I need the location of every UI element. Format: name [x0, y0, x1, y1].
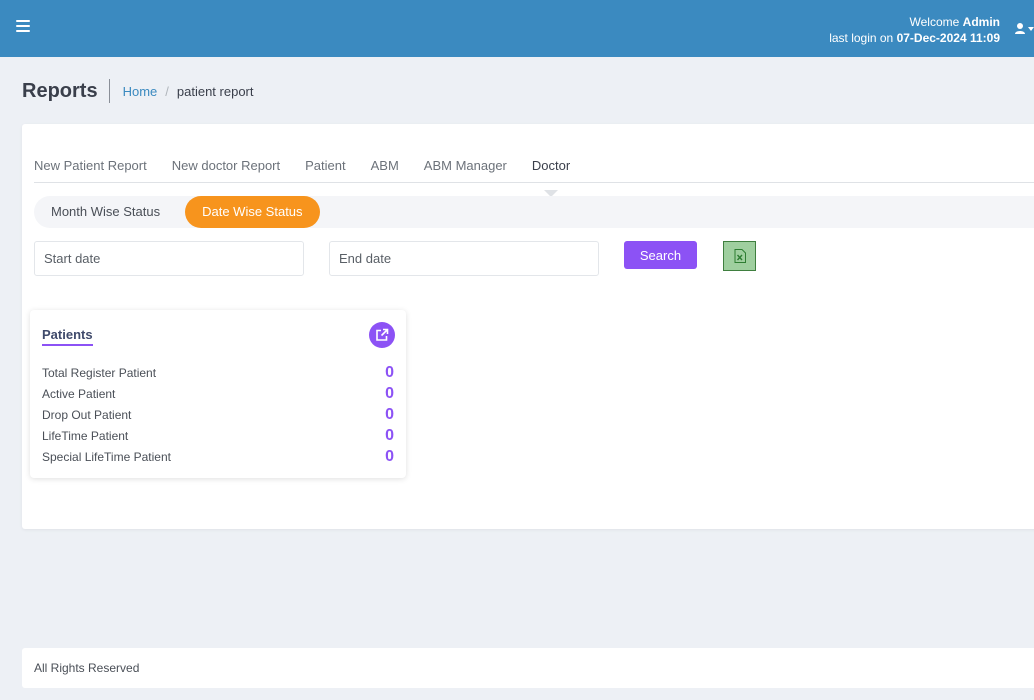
- external-link-icon: [376, 328, 389, 341]
- stat-row-lifetime: LifeTime Patient 0: [42, 427, 394, 445]
- tab-abm[interactable]: ABM: [371, 158, 399, 182]
- tab-doctor[interactable]: Doctor: [532, 158, 570, 197]
- stat-label: Total Register Patient: [42, 366, 157, 380]
- user-icon: [1015, 23, 1034, 34]
- stat-value: 0: [385, 406, 394, 423]
- top-navbar: Welcome Admin last login on 07-Dec-2024 …: [0, 0, 1034, 57]
- report-tabs: New Patient Report New doctor Report Pat…: [34, 158, 1034, 197]
- search-button[interactable]: Search: [624, 241, 697, 269]
- tab-abm-manager[interactable]: ABM Manager: [424, 158, 507, 182]
- stat-value: 0: [385, 385, 394, 402]
- stats-open-button[interactable]: [369, 322, 395, 348]
- breadcrumb: Home / patient report: [110, 84, 254, 99]
- subtab-date-wise-status[interactable]: Date Wise Status: [185, 196, 320, 228]
- excel-icon: [734, 249, 746, 263]
- report-card: New Patient Report New doctor Report Pat…: [22, 124, 1034, 529]
- user-name: Admin: [962, 15, 1000, 29]
- start-date-input[interactable]: [34, 241, 304, 276]
- stats-title: Patients: [42, 327, 93, 346]
- page-title: Reports: [22, 79, 110, 103]
- user-welcome: Welcome Admin last login on 07-Dec-2024 …: [829, 14, 1000, 46]
- page-header: Reports Home / patient report: [22, 78, 254, 104]
- subtab-month-wise-status[interactable]: Month Wise Status: [34, 196, 177, 228]
- stat-label: LifeTime Patient: [42, 429, 129, 443]
- tab-new-doctor-report[interactable]: New doctor Report: [172, 158, 280, 182]
- tab-new-patient-report[interactable]: New Patient Report: [34, 158, 147, 182]
- stat-label: Special LifeTime Patient: [42, 450, 171, 464]
- hamburger-icon[interactable]: [16, 20, 30, 32]
- user-menu-toggle[interactable]: [1014, 22, 1034, 36]
- last-login-time: 07-Dec-2024 11:09: [896, 31, 1000, 45]
- end-date-input[interactable]: [329, 241, 599, 276]
- stat-row-total-register: Total Register Patient 0: [42, 364, 394, 382]
- welcome-label: Welcome: [909, 15, 960, 29]
- status-subtabs: Month Wise Status Date Wise Status: [34, 196, 1034, 228]
- breadcrumb-separator: /: [165, 83, 169, 99]
- stat-value: 0: [385, 364, 394, 381]
- footer-text: All Rights Reserved: [34, 661, 140, 675]
- tab-patient[interactable]: Patient: [305, 158, 345, 182]
- footer: All Rights Reserved: [22, 648, 1034, 688]
- stat-row-drop-out: Drop Out Patient 0: [42, 406, 394, 424]
- stat-row-special-lifetime: Special LifeTime Patient 0: [42, 448, 394, 466]
- stat-label: Drop Out Patient: [42, 408, 132, 422]
- patients-stats-card: Patients Total Register Patient 0 Active…: [30, 310, 406, 478]
- breadcrumb-home-link[interactable]: Home: [123, 84, 158, 99]
- stat-value: 0: [385, 448, 394, 465]
- last-login-label: last login on: [829, 31, 894, 45]
- stat-row-active: Active Patient 0: [42, 385, 394, 403]
- stat-label: Active Patient: [42, 387, 116, 401]
- stat-value: 0: [385, 427, 394, 444]
- breadcrumb-current: patient report: [176, 83, 254, 99]
- export-excel-button[interactable]: [723, 241, 756, 271]
